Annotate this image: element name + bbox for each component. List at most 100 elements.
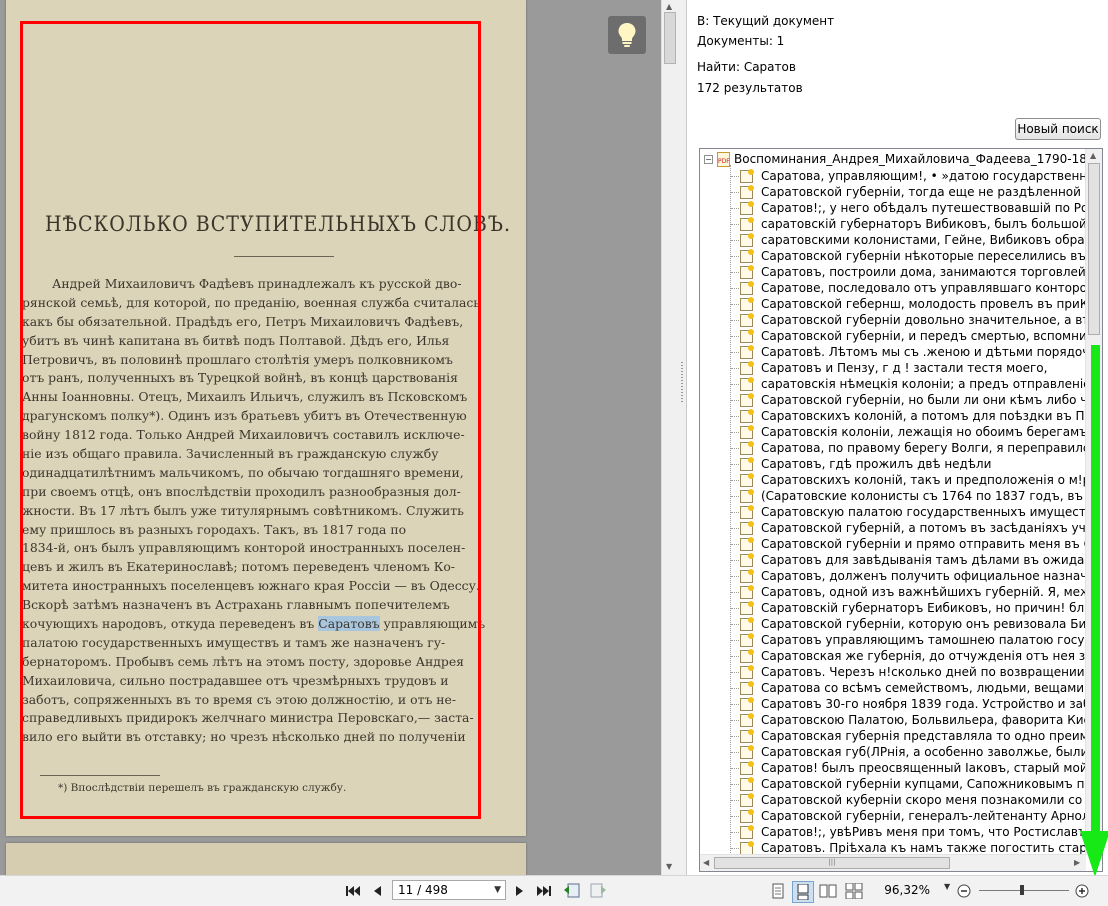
search-result-item[interactable]: саратовскими колонистами, Гейне, Вибиков… [740, 232, 1086, 248]
prev-page-button[interactable] [369, 883, 385, 899]
search-result-item[interactable]: Саратовъ. Пріѣхала къ намъ также погости… [740, 840, 1086, 855]
search-result-item[interactable]: Саратовѣ. Лѣтомъ мы съ .женою и дѣтьми п… [740, 344, 1086, 360]
continuous-view-button[interactable] [792, 881, 814, 903]
search-result-item[interactable]: Саратовской губерній, а потомъ въ засѣда… [740, 520, 1086, 536]
search-result-item[interactable]: Саратовъ, гдѣ прожилъ двѣ недѣли [740, 456, 991, 472]
search-result-item[interactable]: Саратовской губерніи, и передъ смертью, … [740, 328, 1086, 344]
search-result-text: Саратовская же губернія, до отчужденія о… [761, 649, 1086, 663]
tree-branch-line [731, 512, 739, 513]
search-result-item[interactable]: Саратовъ, долженъ получить официальное н… [740, 568, 1086, 584]
results-horizontal-scrollbar[interactable]: ◀ ||| ▶ [700, 854, 1086, 871]
search-result-item[interactable]: Саратовъ управляющимъ тамошнею палатою г… [740, 632, 1086, 648]
search-result-icon [740, 472, 754, 487]
search-result-item[interactable]: Саратовской губерніи, тогда еще не раздѣ… [740, 184, 1086, 200]
search-result-item[interactable]: (Саратовские колонисты съ 1764 по 1837 г… [740, 488, 1086, 504]
scroll-down-icon[interactable]: ▼ [666, 862, 672, 871]
first-page-icon [346, 886, 360, 896]
search-result-item[interactable]: Саратовскія колоніи, лежащія но обоимъ б… [740, 424, 1086, 440]
search-result-item[interactable]: Саратовскій губернаторъ Еибиковъ, но при… [740, 600, 1086, 616]
search-result-item[interactable]: Саратовъ, одной изъ важнѣйшихъ губерній.… [740, 584, 1086, 600]
search-result-item[interactable]: саратовскія нѣмецкія колоніи; а предъ от… [740, 376, 1086, 392]
collapse-icon[interactable]: − [704, 154, 713, 164]
results-hscroll-thumb[interactable]: ||| [714, 857, 950, 869]
search-result-item[interactable]: Саратовъ 30-го ноября 1839 года. Устройс… [740, 696, 1086, 712]
scroll-left-icon[interactable]: ◀ [703, 858, 709, 867]
search-result-item[interactable]: Саратова со всѣмъ семействомъ, людьми, в… [740, 680, 1086, 696]
search-result-item[interactable]: Саратовъ. Черезъ н!сколько дней по возвр… [740, 664, 1086, 680]
zoom-level-value[interactable]: 96,32% [872, 883, 930, 897]
next-page-button[interactable] [512, 883, 528, 899]
viewer-scrollbar[interactable]: ▲ ▼ [661, 0, 678, 875]
search-result-item[interactable]: Саратовскихъ колоній, такъ и предположен… [740, 472, 1086, 488]
search-result-item[interactable]: Саратова, управляющим!, • »датою государ… [740, 168, 1086, 184]
page-number-field[interactable]: 11 / 498 ▼ [392, 880, 506, 900]
search-result-item[interactable]: Саратовской губерніи, которую онъ ревизо… [740, 616, 1086, 632]
search-result-item[interactable]: Саратовской губерніи купцами, Сапожников… [740, 776, 1086, 792]
scroll-up-icon[interactable]: ▲ [1090, 151, 1096, 160]
search-results-tree[interactable]: − PDF Воспоминания_Андрея_Михайловича_Фа… [699, 148, 1103, 872]
search-result-item[interactable]: Саратов! былъ преосвященный Іаковъ, стар… [740, 760, 1086, 776]
search-result-icon [740, 520, 754, 535]
single-page-view-button[interactable] [768, 883, 788, 899]
search-result-item[interactable]: Саратовъ и Пензу, г д ! застали тестя мо… [740, 360, 1047, 376]
last-page-button[interactable] [536, 883, 552, 899]
panel-splitter[interactable] [678, 0, 686, 875]
hint-button[interactable] [608, 16, 646, 54]
search-result-item[interactable]: Саратовской гебернш, молодость провелъ в… [740, 296, 1086, 312]
first-page-button[interactable] [345, 883, 361, 899]
search-result-item[interactable]: Саратовъ для завѣдыванія тамъ дѣлами въ … [740, 552, 1086, 568]
tree-root-document[interactable]: − PDF Воспоминания_Андрея_Михайловича_Фа… [704, 151, 1086, 167]
zoom-slider-track[interactable] [979, 890, 1069, 891]
results-tree-content: − PDF Воспоминания_Андрея_Михайловича_Фа… [700, 149, 1086, 855]
zoom-out-button[interactable] [956, 883, 972, 899]
search-result-item[interactable]: Саратов!;, увѣРивъ меня при томъ, что Ро… [740, 824, 1086, 840]
search-result-item[interactable]: Саратовской губерніи довольно значительн… [740, 312, 1086, 328]
zoom-slider-thumb[interactable] [1020, 885, 1024, 895]
two-page-view-button[interactable] [818, 883, 838, 899]
new-search-button[interactable]: Новый поиск [1015, 118, 1101, 140]
search-result-text: Саратовъ для завѣдыванія тамъ дѣлами въ … [761, 553, 1086, 567]
document-viewer[interactable]: НѢСКОЛЬКО ВСТУПИТЕЛЬНЫХЪ СЛОВЪ. Андрей М… [0, 0, 678, 875]
search-result-item[interactable]: Саратовскую палатою государственныхъ иму… [740, 504, 1086, 520]
previous-view-button[interactable] [562, 883, 582, 899]
splitter-grip[interactable] [681, 362, 683, 402]
tree-branch-line [731, 704, 739, 705]
scroll-up-icon[interactable]: ▲ [666, 2, 672, 11]
search-result-item[interactable]: Саратов!;, у него обѣдалъ путешествовавш… [740, 200, 1086, 216]
search-scope-label: В: Текущий документ [697, 14, 835, 28]
search-result-text: Саратов! былъ преосвященный Іаковъ, стар… [761, 761, 1086, 775]
search-result-icon [740, 712, 754, 727]
results-scroll-thumb[interactable] [1088, 163, 1100, 335]
search-result-item[interactable]: Саратове, последовало отъ управлявшаго к… [740, 280, 1086, 296]
search-result-icon [740, 552, 754, 567]
search-result-text: Саратовской губерніи, тогда еще не раздѣ… [761, 185, 1086, 199]
zoom-dropdown-icon[interactable]: ▼ [944, 882, 950, 891]
search-result-item[interactable]: Саратовской куберніи скоро меня познаком… [740, 792, 1086, 808]
page-dropdown-icon[interactable]: ▼ [494, 881, 501, 899]
search-result-item[interactable]: Саратовская губернія представляла то одн… [740, 728, 1086, 744]
viewer-scroll-thumb[interactable] [664, 12, 676, 64]
green-arrow-annotation [1080, 345, 1108, 877]
search-result-item[interactable]: Саратовской губерніи и прямо отправить м… [740, 536, 1086, 552]
search-result-text: Саратовъ, гдѣ прожилъ двѣ недѣли [761, 457, 992, 471]
tree-branch-line [731, 352, 739, 353]
tree-branch-line [731, 640, 739, 641]
search-result-item[interactable]: Саратовскихъ колоній, а потомъ для поѣзд… [740, 408, 1086, 424]
search-result-item[interactable]: Саратовъ, построили дома, занимаются тор… [740, 264, 1086, 280]
search-term-label: Найти: Саратов [697, 60, 796, 74]
tree-branch-line [731, 784, 739, 785]
search-result-item[interactable]: саратовскій губернаторъ Вибиковъ, былъ б… [740, 216, 1086, 232]
search-result-item[interactable]: Саратовской губерніи, генералъ-лейтенант… [740, 808, 1086, 824]
search-result-item[interactable]: Саратовской губерніи, но были ли они кѣм… [740, 392, 1086, 408]
two-page-continuous-button[interactable] [844, 883, 864, 899]
search-result-item[interactable]: Саратовская же губернія, до отчужденія о… [740, 648, 1086, 664]
search-result-icon [740, 360, 754, 375]
search-result-item[interactable]: Саратова, по правому берегу Волги, я пер… [740, 440, 1086, 456]
search-result-item[interactable]: Саратовской губерніи нѣкоторые переселил… [740, 248, 1086, 264]
tree-branch-line [731, 464, 739, 465]
search-result-item[interactable]: Саратовскою Палатою, Больвильера, фавори… [740, 712, 1086, 728]
next-view-button[interactable] [588, 883, 608, 899]
search-result-item[interactable]: Саратовская губ(ЛРнія, а особенно заволж… [740, 744, 1086, 760]
search-result-icon [740, 776, 754, 791]
zoom-in-button[interactable] [1074, 883, 1090, 899]
